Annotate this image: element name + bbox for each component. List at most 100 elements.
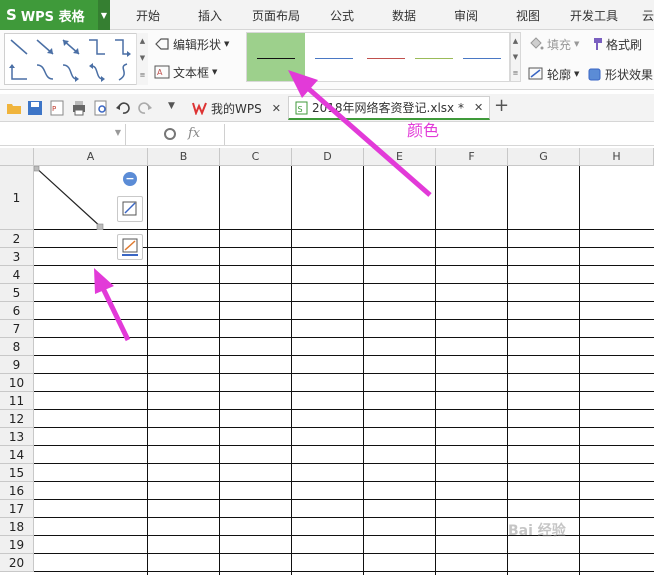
row-header[interactable]: 2 — [0, 230, 34, 248]
curved-arrow-connector-icon[interactable] — [59, 61, 83, 83]
row-header[interactable]: 12 — [0, 410, 34, 428]
chevron-down-icon[interactable]: ▼ — [168, 101, 175, 111]
menu-item-developer[interactable]: 开发工具 — [570, 0, 618, 30]
column-header[interactable]: F — [436, 148, 508, 166]
watermark: Bai 经验 — [508, 523, 566, 539]
print-icon[interactable] — [71, 100, 87, 116]
grid-row-line — [34, 301, 654, 302]
grid-row-line — [34, 283, 654, 284]
menu-item-review[interactable]: 审阅 — [454, 0, 478, 30]
grid-row-line — [34, 229, 654, 230]
menu-bar: S WPS 表格 ▼ 开始 插入 页面布局 公式 数据 审阅 视图 开发工具 云 — [0, 0, 654, 30]
format-painter-button[interactable]: 格式刷 — [589, 34, 642, 54]
row-header[interactable]: 14 — [0, 446, 34, 464]
menu-item-data[interactable]: 数据 — [392, 0, 416, 30]
save-icon[interactable] — [27, 100, 43, 116]
menu-item-view[interactable]: 视图 — [516, 0, 540, 30]
annotation-label: 颜色 — [407, 121, 440, 140]
fx-icon[interactable]: fx — [188, 126, 200, 141]
elbow-double-arrow-icon[interactable] — [7, 61, 31, 83]
menu-item-start[interactable]: 开始 — [136, 0, 160, 30]
style-gallery-scroll[interactable]: ▲ ▼ ≡ — [510, 32, 521, 82]
arrow-shape-icon[interactable] — [33, 36, 57, 58]
row-header[interactable]: 6 — [0, 302, 34, 320]
diagonal-line-shape[interactable] — [34, 166, 114, 230]
row-header[interactable]: 8 — [0, 338, 34, 356]
grid-row-line — [34, 517, 654, 518]
column-header[interactable]: H — [580, 148, 654, 166]
tab-document[interactable]: S 2018年网络客资登记.xlsx * ✕ — [288, 96, 491, 120]
elbow-arrow-connector-icon[interactable] — [111, 36, 135, 58]
select-all-corner[interactable] — [0, 148, 34, 166]
menu-item-page-layout[interactable]: 页面布局 — [252, 0, 300, 30]
row-header[interactable]: 3 — [0, 248, 34, 266]
column-header[interactable]: G — [508, 148, 580, 166]
menu-item-cloud[interactable]: 云 — [642, 0, 654, 30]
line-swatch — [415, 58, 453, 59]
freeform-curve-icon[interactable] — [111, 61, 135, 83]
tab-my-wps[interactable]: 我的WPS ✕ — [186, 96, 287, 120]
edit-shape-button[interactable]: 编辑形状 ▼ — [154, 34, 229, 54]
row-header[interactable]: 18 — [0, 518, 34, 536]
line-shape-icon[interactable] — [7, 36, 31, 58]
row-header[interactable]: 11 — [0, 392, 34, 410]
grid-row-line — [34, 409, 654, 410]
column-header[interactable]: B — [148, 148, 220, 166]
redo-icon[interactable] — [137, 100, 153, 116]
outline-button[interactable]: 轮廓 ▼ — [528, 64, 579, 84]
app-menu-button[interactable]: S WPS 表格 ▼ — [0, 0, 110, 30]
row-header[interactable]: 15 — [0, 464, 34, 482]
row-header[interactable]: 7 — [0, 320, 34, 338]
name-box[interactable]: ▼ — [0, 124, 126, 145]
chevron-down-icon[interactable]: ▼ — [115, 128, 121, 137]
row-header[interactable]: 13 — [0, 428, 34, 446]
curved-connector-icon[interactable] — [33, 61, 57, 83]
undo-icon[interactable] — [115, 100, 131, 116]
close-icon[interactable]: ✕ — [272, 102, 281, 115]
gallery-scroll[interactable]: ▲ ▼ ≡ — [136, 33, 148, 85]
column-header[interactable]: E — [364, 148, 436, 166]
chevron-down-icon[interactable]: ▼ — [98, 0, 110, 30]
search-icon[interactable] — [164, 128, 176, 140]
row-header[interactable]: 17 — [0, 500, 34, 518]
row-header[interactable]: 10 — [0, 374, 34, 392]
row-header[interactable]: 9 — [0, 356, 34, 374]
svg-text:P: P — [52, 105, 56, 113]
collapse-minus-icon[interactable]: − — [123, 172, 137, 186]
line-style-option[interactable] — [247, 33, 305, 81]
line-style-option[interactable] — [305, 33, 363, 81]
row-header[interactable]: 4 — [0, 266, 34, 284]
app-name: WPS 表格 — [20, 9, 85, 25]
close-icon[interactable]: ✕ — [474, 101, 483, 114]
outline-icon — [528, 67, 543, 80]
row-header[interactable]: 16 — [0, 482, 34, 500]
fill-button[interactable]: 填充 ▼ — [528, 34, 579, 54]
export-pdf-icon[interactable]: P — [49, 100, 65, 116]
print-preview-icon[interactable] — [93, 100, 109, 116]
line-swatch — [463, 58, 501, 59]
column-header[interactable]: A — [34, 148, 148, 166]
shape-effects-button[interactable]: 形状效果 — [588, 64, 653, 84]
menu-item-formulas[interactable]: 公式 — [330, 0, 354, 30]
text-box-button[interactable]: A 文本框 ▼ — [154, 62, 217, 82]
quick-access-toolbar: P ▼ 我的WPS ✕ S 2018年网络客资登记.xlsx * ✕ + — [0, 94, 654, 122]
grid-column-line — [291, 166, 292, 575]
open-folder-icon[interactable] — [6, 100, 22, 116]
shape-outline-float-button[interactable] — [117, 234, 143, 260]
row-header[interactable]: 5 — [0, 284, 34, 302]
shape-style-float-button[interactable] — [117, 196, 143, 222]
row-header[interactable]: 19 — [0, 536, 34, 554]
row-header[interactable]: 1 — [0, 166, 34, 230]
row-header[interactable]: 20 — [0, 554, 34, 572]
menu-item-insert[interactable]: 插入 — [198, 0, 222, 30]
shape-gallery — [4, 33, 148, 85]
curved-double-arrow-icon[interactable] — [85, 61, 109, 83]
column-header[interactable]: D — [292, 148, 364, 166]
format-painter-label: 格式刷 — [606, 37, 643, 52]
elbow-connector-icon[interactable] — [85, 36, 109, 58]
new-tab-plus-icon[interactable]: + — [494, 95, 509, 116]
grid-row-line — [34, 355, 654, 356]
column-header[interactable]: C — [220, 148, 292, 166]
double-arrow-shape-icon[interactable] — [59, 36, 83, 58]
line-style-option[interactable] — [453, 33, 511, 81]
